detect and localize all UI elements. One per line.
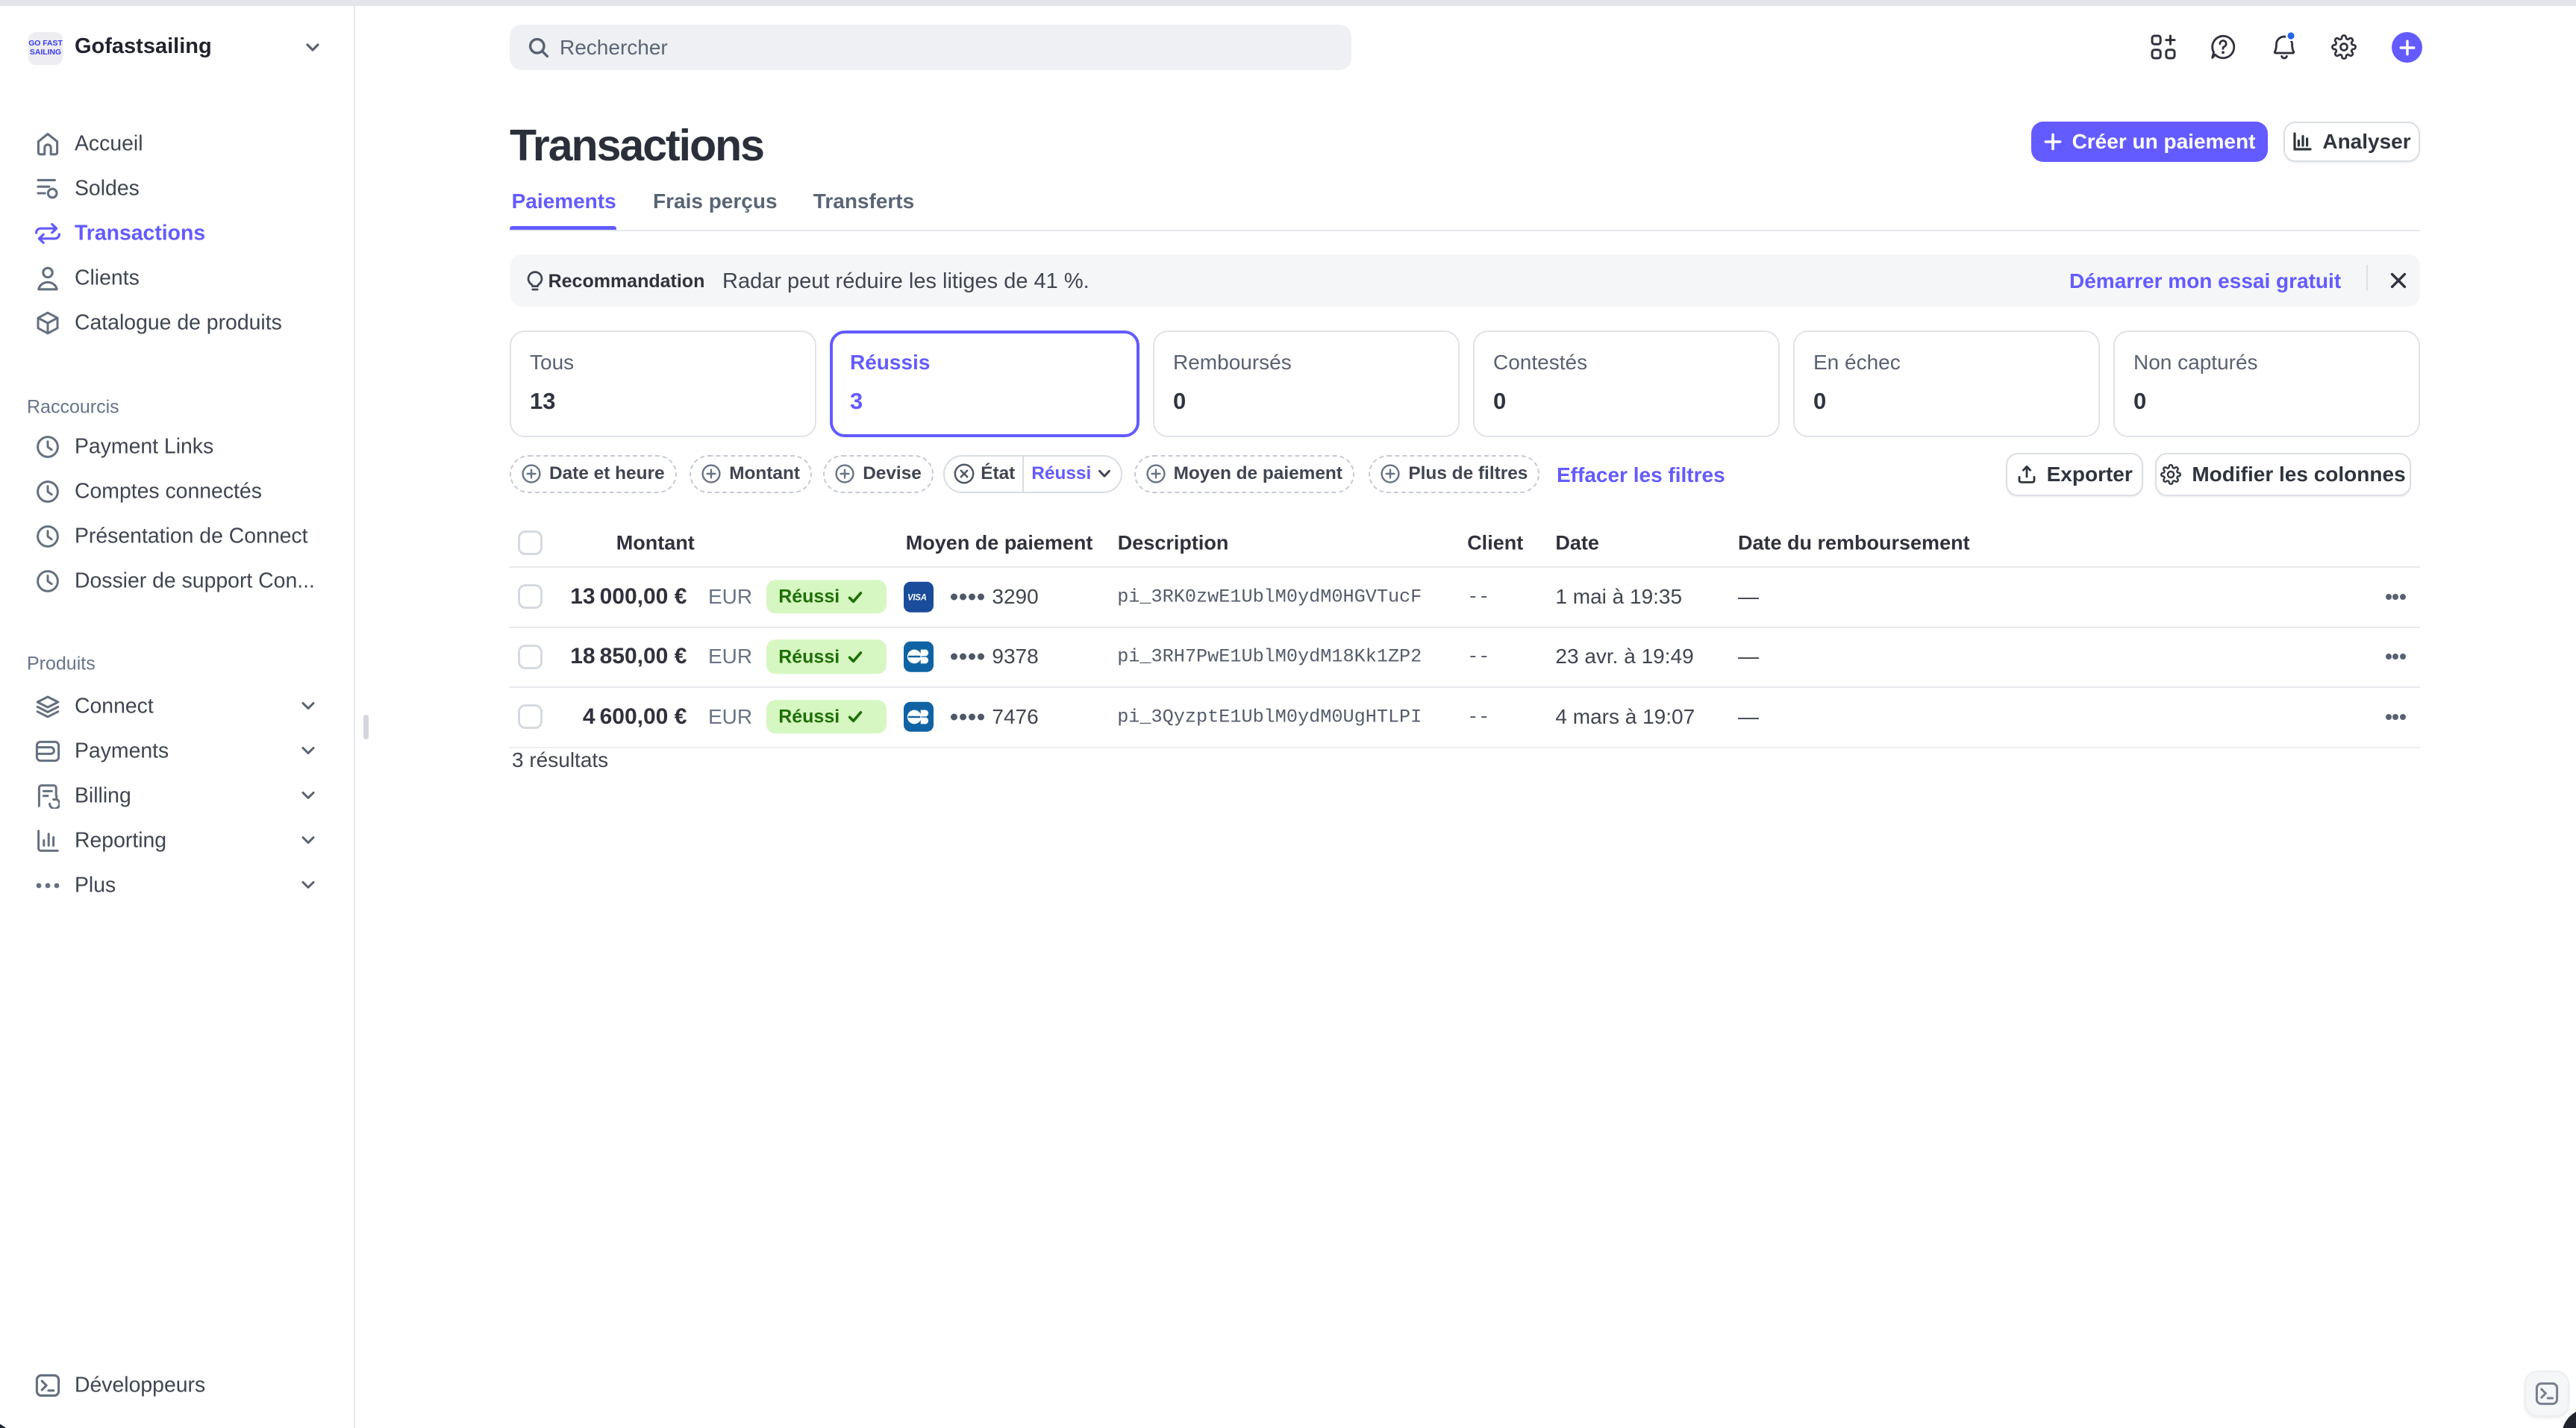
- svg-text:VISA: VISA: [907, 594, 927, 601]
